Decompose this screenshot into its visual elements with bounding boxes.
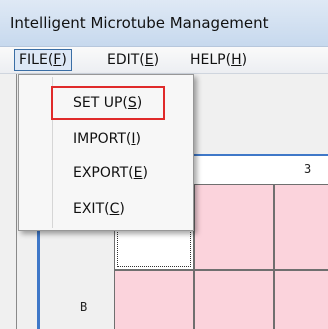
menu-file-suffix: ) xyxy=(61,52,67,68)
app-window: Intelligent Microtube Management FILE(F)… xyxy=(0,0,328,329)
menu-edit-label: EDIT( xyxy=(107,52,145,68)
menu-edit-key: E xyxy=(144,52,154,68)
grid-cell[interactable] xyxy=(114,270,194,329)
grid-cell[interactable] xyxy=(194,184,274,270)
menu-bar: FILE(F) EDIT(E) HELP(H) xyxy=(0,47,328,74)
menu-item-export[interactable]: EXPORT(E) xyxy=(73,165,148,181)
grid-divider xyxy=(16,74,17,329)
menu-item-exit-suffix: ) xyxy=(119,201,125,217)
column-label: 3 xyxy=(304,162,312,176)
title-bar: Intelligent Microtube Management xyxy=(0,0,328,47)
menu-item-exit-label: EXIT( xyxy=(73,201,110,217)
menu-edit-suffix: ) xyxy=(153,52,160,68)
menu-file[interactable]: FILE(F) xyxy=(14,49,72,71)
menu-item-export-suffix: ) xyxy=(142,165,148,181)
menu-help-label: HELP( xyxy=(190,52,232,68)
menu-help-key: H xyxy=(231,52,242,68)
menu-item-exit[interactable]: EXIT(C) xyxy=(73,201,125,217)
menu-item-import[interactable]: IMPORT(I) xyxy=(73,131,141,147)
file-menu-dropdown: SET UP(S) IMPORT(I) EXPORT(E) EXIT(C) xyxy=(18,74,194,231)
highlight-annotation-box xyxy=(51,86,165,120)
menu-file-label: FILE( xyxy=(19,52,54,68)
grid-cell[interactable] xyxy=(274,270,328,329)
menu-edit[interactable]: EDIT(E) xyxy=(103,50,163,70)
menu-item-import-label: IMPORT( xyxy=(73,131,132,147)
window-title: Intelligent Microtube Management xyxy=(10,14,269,32)
menu-item-export-label: EXPORT( xyxy=(73,165,134,181)
row-label: B xyxy=(80,300,88,314)
menu-item-exit-key: C xyxy=(109,201,120,217)
grid-cell[interactable] xyxy=(194,270,274,329)
grid-cell[interactable] xyxy=(274,184,328,270)
menu-help-suffix: ) xyxy=(241,52,248,68)
menu-help[interactable]: HELP(H) xyxy=(186,50,251,70)
menu-item-import-suffix: ) xyxy=(135,131,142,147)
